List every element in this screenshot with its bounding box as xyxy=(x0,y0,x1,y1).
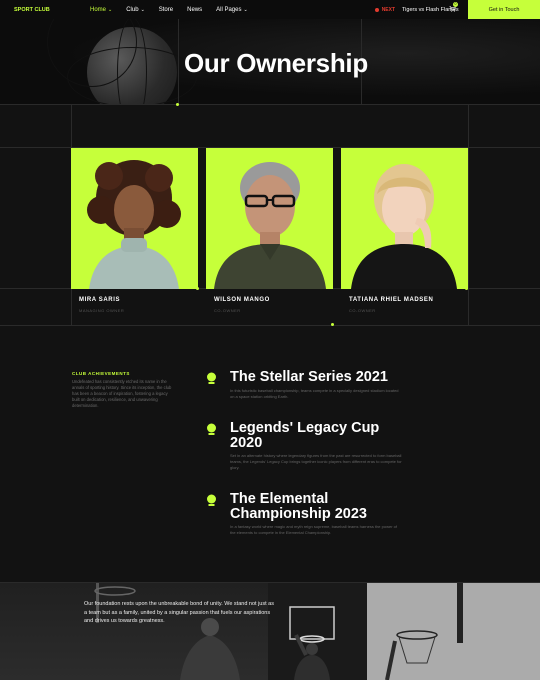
owner-photo xyxy=(71,148,198,289)
unity-statement: Our foundation rests upon the unbreakabl… xyxy=(84,601,274,624)
nav-item-all-pages[interactable]: All Pages ⌄ xyxy=(216,7,248,13)
chevron-down-icon: ⌄ xyxy=(108,6,113,13)
achievement-description: In a fantasy world where magic and myth … xyxy=(230,524,397,535)
chevron-down-icon: ⌄ xyxy=(243,6,248,13)
nav-item-news[interactable]: News xyxy=(187,7,202,13)
owner-photo xyxy=(206,148,333,289)
nav-item-label: News xyxy=(187,6,203,13)
owner-role: CO-OWNER xyxy=(214,308,241,313)
medal-icon xyxy=(207,423,216,435)
achievement-description: In this futuristic baseball championship… xyxy=(230,388,399,399)
owner-card[interactable]: MIRA SARIS MANAGING OWNER xyxy=(71,148,198,325)
owner-role: CO-OWNER xyxy=(349,308,376,313)
unity-section: Our foundation rests upon the unbreakabl… xyxy=(0,583,540,680)
owner-name: WILSON MANGO xyxy=(214,297,270,303)
site-logo[interactable]: SPORT CLUB xyxy=(14,7,90,13)
basketball-player-photo xyxy=(268,583,367,680)
owner-photo xyxy=(341,148,468,289)
nav-item-label: Club xyxy=(126,6,139,13)
basketball-player-photo xyxy=(0,583,268,680)
nav-item-club[interactable]: Club ⌄ xyxy=(126,7,145,13)
achievement-description: Set in an alternate history where legend… xyxy=(230,453,402,470)
nav-item-label: Home xyxy=(90,6,107,13)
live-dot-icon xyxy=(374,7,379,12)
owner-role: MANAGING OWNER xyxy=(79,308,125,313)
achievement-title: The Stellar Series 2021 xyxy=(230,369,388,385)
achievement-title: Legends' Legacy Cup 2020 xyxy=(230,420,380,451)
hero-banner: Our Ownership xyxy=(0,19,540,105)
owner-name: TATIANA RHIEL MADSEN xyxy=(349,297,434,303)
medal-icon xyxy=(207,494,216,506)
nav-item-label: Store xyxy=(158,6,174,13)
section-intro: Undefeated has consistently etched its n… xyxy=(72,379,172,408)
next-label: NEXT xyxy=(381,6,396,13)
medal-icon xyxy=(207,372,216,384)
achievement-title: The Elemental Championship 2023 xyxy=(230,491,367,522)
cart-count-badge: 0 xyxy=(453,2,458,7)
section-kicker: CLUB ACHIEVEMENTS xyxy=(72,371,130,376)
get-in-touch-button[interactable]: Get in Touch xyxy=(468,0,540,19)
chevron-down-icon: ⌄ xyxy=(140,6,145,13)
page-title: Our Ownership xyxy=(184,48,368,78)
nav-item-home[interactable]: Home ⌄ xyxy=(90,7,112,13)
nav-item-label: All Pages xyxy=(216,6,242,13)
next-match[interactable]: NEXT Tigers vs Flash Flames xyxy=(374,6,459,13)
basketball-hoop-photo xyxy=(367,583,540,680)
owner-card[interactable]: TATIANA RHIEL MADSEN CO-OWNER xyxy=(341,148,468,325)
owner-name: MIRA SARIS xyxy=(79,297,121,303)
nav-item-store[interactable]: Store xyxy=(159,7,173,13)
top-navbar: SPORT CLUB Home ⌄ Club ⌄ Store News All … xyxy=(0,0,540,19)
owner-card[interactable]: WILSON MANGO CO-OWNER xyxy=(206,148,333,325)
